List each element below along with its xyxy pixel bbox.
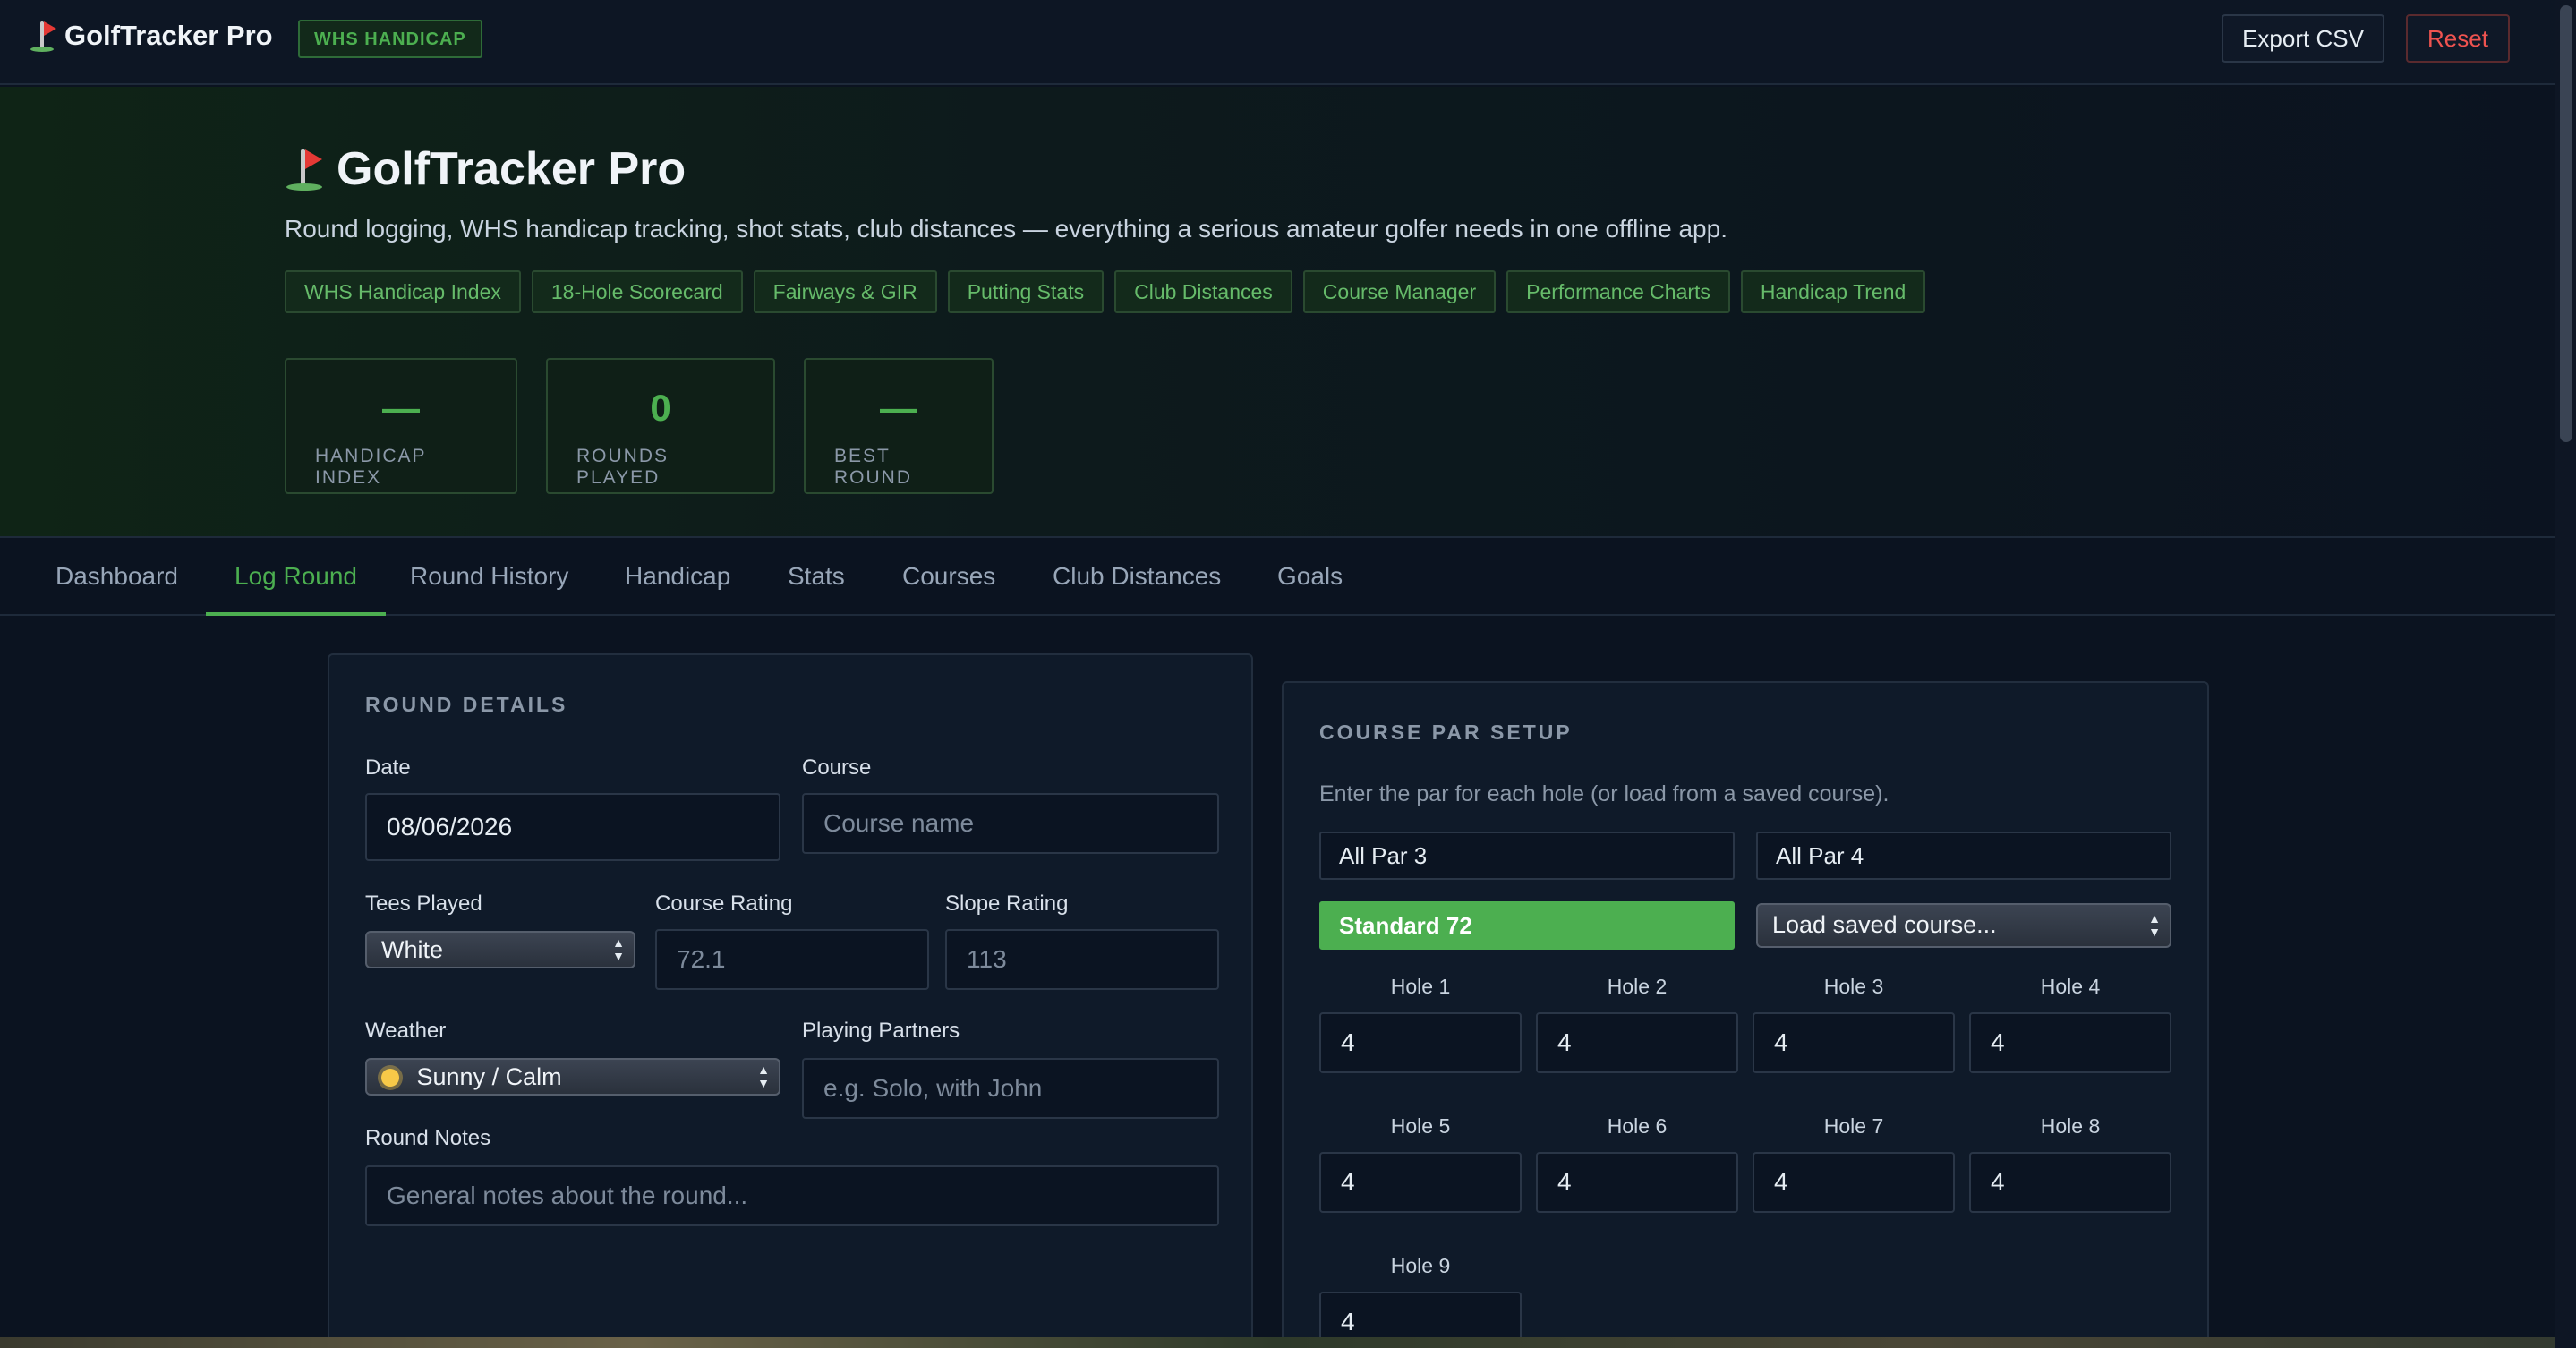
stat-label: BEST ROUND	[834, 446, 912, 488]
export-csv-button[interactable]: Export CSV	[2222, 14, 2384, 63]
tab-dashboard[interactable]: Dashboard	[27, 540, 207, 616]
hole-par-input[interactable]: 4	[1753, 1152, 1955, 1213]
golf-flag-icon	[29, 20, 56, 52]
standard-72-button[interactable]: Standard 72	[1319, 901, 1735, 950]
stat-value: —	[880, 387, 917, 429]
hole-par-input[interactable]: 4	[1753, 1012, 1955, 1073]
feature-chips: WHS Handicap Index 18-Hole Scorecard Fai…	[285, 270, 1926, 313]
hero-title: GolfTracker Pro	[285, 142, 686, 196]
hole-label: Hole 6	[1607, 1114, 1668, 1138]
playing-partners-input[interactable]: e.g. Solo, with John	[802, 1058, 1219, 1119]
sun-icon	[381, 1069, 399, 1087]
hole-label: Hole 2	[1607, 975, 1668, 998]
stat-label: ROUNDS PLAYED	[576, 446, 670, 488]
tees-select[interactable]: White ▲ ▼	[365, 931, 635, 968]
course-input[interactable]: Course name	[802, 793, 1219, 854]
hole-par-input[interactable]: 4	[1536, 1152, 1738, 1213]
brand-name: GolfTracker Pro	[64, 20, 273, 51]
whs-handicap-badge: WHS HANDICAP	[298, 20, 482, 58]
stat-rounds-played: 0 ROUNDS PLAYED	[546, 358, 775, 494]
top-bar: GolfTracker Pro WHS HANDICAP Export CSV …	[0, 0, 2555, 85]
tab-goals[interactable]: Goals	[1249, 540, 1371, 616]
load-saved-course-value: Load saved course...	[1772, 911, 1997, 938]
hole-par-input[interactable]: 4	[1319, 1152, 1522, 1213]
page-scrollbar[interactable]	[2555, 0, 2576, 1348]
feature-chip: Fairways & GIR	[753, 270, 937, 313]
all-par-4-button[interactable]: All Par 4	[1756, 832, 2171, 880]
feature-chip: Putting Stats	[947, 270, 1105, 313]
stat-value: —	[382, 387, 420, 429]
course-rating-label: Course Rating	[655, 892, 793, 916]
tab-log-round[interactable]: Log Round	[206, 540, 387, 616]
feature-chip: Performance Charts	[1506, 270, 1730, 313]
feature-chip: 18-Hole Scorecard	[531, 270, 743, 313]
golf-flag-icon	[285, 148, 324, 191]
stat-value: 0	[650, 387, 671, 429]
course-rating-input[interactable]: 72.1	[655, 929, 929, 990]
course-par-setup-title: COURSE PAR SETUP	[1319, 721, 1573, 744]
course-par-setup-panel: COURSE PAR SETUP Enter the par for each …	[1282, 681, 2209, 1348]
scrollbar-thumb[interactable]	[2560, 5, 2572, 442]
slope-rating-label: Slope Rating	[945, 892, 1069, 916]
tees-value: White	[381, 936, 444, 963]
weather-value: Sunny / Calm	[416, 1063, 562, 1090]
feature-chip: Club Distances	[1114, 270, 1292, 313]
hole-label: Hole 7	[1823, 1114, 1884, 1138]
tab-round-history[interactable]: Round History	[381, 540, 597, 616]
bottom-strip	[0, 1337, 2555, 1348]
hole-label: Hole 8	[2040, 1114, 2101, 1138]
select-arrows-icon: ▲ ▼	[612, 935, 625, 963]
round-details-title: ROUND DETAILS	[365, 693, 568, 716]
load-saved-course-select[interactable]: Load saved course... ▲ ▼	[1756, 903, 2171, 948]
feature-chip: Handicap Trend	[1740, 270, 1926, 313]
weather-label: Weather	[365, 1019, 447, 1043]
stat-handicap-index: — HANDICAP INDEX	[285, 358, 517, 494]
tab-club-distances[interactable]: Club Distances	[1024, 540, 1250, 616]
select-arrows-icon: ▲ ▼	[757, 1062, 770, 1090]
hole-par-input[interactable]: 4	[1319, 1012, 1522, 1073]
round-notes-input[interactable]: General notes about the round...	[365, 1165, 1219, 1226]
main-tabs: Dashboard Log Round Round History Handic…	[0, 540, 2555, 616]
round-notes-label: Round Notes	[365, 1126, 491, 1150]
date-input[interactable]: 08/06/2026	[365, 793, 780, 861]
feature-chip: WHS Handicap Index	[285, 270, 521, 313]
summary-stats: — HANDICAP INDEX 0 ROUNDS PLAYED — BEST …	[285, 358, 994, 494]
tab-handicap[interactable]: Handicap	[596, 540, 759, 616]
hole-par-input[interactable]: 4	[1969, 1012, 2171, 1073]
brand[interactable]: GolfTracker Pro	[29, 20, 273, 52]
hole-label: Hole 9	[1390, 1254, 1451, 1277]
slope-rating-input[interactable]: 113	[945, 929, 1219, 990]
tab-courses[interactable]: Courses	[874, 540, 1024, 616]
hole-label: Hole 3	[1823, 975, 1884, 998]
all-par-3-button[interactable]: All Par 3	[1319, 832, 1735, 880]
tab-stats[interactable]: Stats	[759, 540, 874, 616]
stat-label: HANDICAP INDEX	[315, 446, 427, 488]
round-details-panel: ROUND DETAILS Date 08/06/2026 Course Cou…	[328, 653, 1253, 1348]
stat-best-round: — BEST ROUND	[804, 358, 994, 494]
hero-subtitle: Round logging, WHS handicap tracking, sh…	[285, 215, 1727, 243]
select-arrows-icon: ▲ ▼	[2148, 911, 2161, 939]
hole-label: Hole 1	[1390, 975, 1451, 998]
hole-par-input[interactable]: 4	[1536, 1012, 1738, 1073]
hole-label: Hole 4	[2040, 975, 2101, 998]
weather-select[interactable]: Sunny / Calm ▲ ▼	[365, 1058, 780, 1096]
playing-partners-label: Playing Partners	[802, 1019, 960, 1043]
reset-button[interactable]: Reset	[2406, 14, 2510, 63]
course-label: Course	[802, 755, 872, 780]
hero-section: GolfTracker Pro Round logging, WHS handi…	[0, 87, 2555, 538]
hole-label: Hole 5	[1390, 1114, 1451, 1138]
par-setup-help: Enter the par for each hole (or load fro…	[1319, 781, 1889, 806]
tees-label: Tees Played	[365, 892, 482, 916]
feature-chip: Course Manager	[1302, 270, 1497, 313]
hero-title-text: GolfTracker Pro	[337, 143, 687, 195]
hole-par-input[interactable]: 4	[1969, 1152, 2171, 1213]
date-label: Date	[365, 755, 411, 780]
